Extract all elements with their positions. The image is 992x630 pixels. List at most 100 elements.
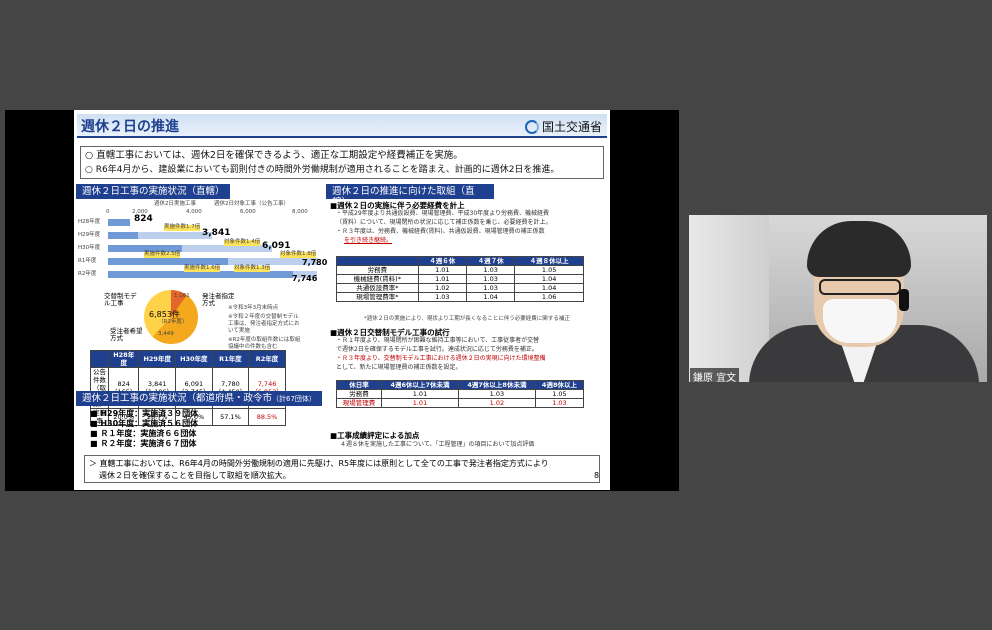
summary-line: ＞ 直轄工事においては、R6年4月の時間外労働規制の適用に先駆け、R5年度には原… — [89, 459, 549, 468]
table-cell: 機械経費(賃料)* — [336, 274, 419, 284]
table-cell: 現場管理費率* — [336, 292, 419, 302]
model-line: ・Ｒ１年度より、現場閉所が困難な維持工事等において、工事従事者が交替 — [336, 337, 540, 344]
model-section-title: ■週休２日交替制モデル工事の試行 — [330, 328, 450, 337]
pref-item: ■ Ｒ２年度：実施済６７団体 — [90, 439, 197, 448]
row-label: H30年度 — [78, 245, 101, 251]
ministry-name: 国土交通省 — [542, 120, 603, 134]
summary-line: 週休２日を確保することを目指して取組を順次拡大。 — [99, 471, 291, 480]
table-cell: 1.03 — [457, 389, 536, 399]
rate-row: 現場管理費 1.01 1.02 1.03 — [335, 398, 585, 408]
pie-note: ※令和２年度の交替制モデル工事は、発注者指定方式において実施 — [228, 314, 300, 334]
headset-icon — [899, 289, 909, 311]
cost-row: 現場管理費率* 1.03 1.04 1.06 — [336, 292, 584, 302]
bar-h28 — [108, 219, 130, 226]
table-cell: 88.5% — [248, 408, 286, 426]
pref-item: ■ H30年度：実施済５６団体 — [90, 419, 199, 428]
table-cell: 1.04 — [514, 274, 584, 284]
table-header-cell: 4週6休以上7休未満 — [381, 380, 459, 390]
intro-line: ○ R6年4月から、建設業においても罰則付きの時間外労働規制が適用されることを踏… — [85, 165, 560, 175]
table-cell: 労務費 — [335, 389, 383, 399]
table-cell: 現場管理費 — [335, 398, 383, 408]
slide-title: 週休２日の推進 — [81, 119, 179, 135]
model-line: で週休2日を確保するモデル工事を試行。達成状況に応じて労務費を補正。 — [336, 346, 538, 353]
score-section-title: ■工事成績評定による加点 — [330, 431, 420, 440]
participant-name: 鎌原 宜文 — [690, 368, 740, 382]
face-mask — [823, 299, 897, 343]
pie-note: ※R2年度の取組件数には取組協議中の件数も含む — [228, 337, 301, 350]
table-header-cell — [336, 256, 419, 266]
cost-line: ・平成29年度より共通仮設費、現場管理費、平成30年度より労務費、機械経費 — [336, 210, 550, 217]
pie-total-sub: （R2年度） — [158, 319, 188, 325]
cost-row: 共通仮設費率* 1.02 1.03 1.04 — [336, 283, 584, 293]
table-cell: 1.03 — [417, 292, 467, 302]
row-label: R2年度 — [78, 271, 97, 277]
pie-label: 交替制モデル工事 — [104, 292, 137, 307]
table-cell: 1.03 — [465, 265, 516, 275]
rate-table: 休日率 4週6休以上7休未満 4週7休以上8休未満 4週8休以上 労務費 1.01 1.0… — [335, 380, 585, 408]
callout: 7,780 — [302, 258, 328, 267]
right-section-header: 週休２日の推進に向けた取組（直轄） — [326, 184, 494, 208]
cost-line: （賃料）について、現場閉所の状況に応じて補正係数を乗じ、必要経費を計上。 — [336, 219, 552, 226]
growth-note: 実施件数2.5倍 — [144, 251, 181, 258]
page-number: 8 — [594, 471, 600, 480]
cost-line: ・Ｒ３年度は、労務費、機械経費(賃料)、共通仮設費、現場管理費の補正係数 — [336, 228, 545, 235]
pref-header-small: （計67団体） — [272, 395, 316, 403]
table-header-cell: 休日率 — [335, 380, 383, 390]
pie-label: 受注者希望方式 — [110, 327, 143, 342]
cost-row: 機械経費(賃料)* 1.01 1.03 1.04 — [336, 274, 584, 284]
growth-note: 対象件数1.3倍 — [234, 265, 271, 272]
presentation-slide: 週休２日の推進 国土交通省 ○ 直轄工事においては、週休2日を確保できるよう、適… — [74, 110, 610, 490]
video-call-stage: 週休２日の推進 国土交通省 ○ 直轄工事においては、週休2日を確保できるよう、適… — [0, 0, 992, 630]
tick: 0 — [106, 209, 110, 215]
table-cell: 57.1% — [211, 408, 250, 426]
table-header-cell: ４週８休以上 — [514, 256, 584, 266]
cost-section-title: ■週休２日の実施に伴う必要経費を計上 — [330, 201, 465, 210]
cost-row: 労務費 1.01 1.03 1.05 — [336, 265, 584, 275]
pref-item: ■ Ｒ１年度：実施済６６団体 — [90, 429, 197, 438]
tick: 4,000 — [186, 209, 202, 215]
table-cell: 1.03 — [534, 398, 585, 408]
table-header-cell: 4週8休以上 — [534, 380, 585, 390]
pie-total: 6,853件 — [149, 310, 180, 319]
model-line: ・Ｒ３年度より、交替制モデル工事における週休２日の実現に向けた環境整備 — [336, 355, 546, 362]
table-cell: 1.03 — [465, 274, 516, 284]
callout: 7,746 — [292, 274, 318, 283]
bar-chart: 週休2日実施工事 週休2日対象工事（公告工事） 0 2,000 4,000 6,… — [74, 201, 328, 292]
tick: 6,000 — [240, 209, 256, 215]
score-line: ４週８休を実施した工事について、「工程管理」の項目において加点評価 — [340, 441, 535, 448]
slide-title-bar: 週休２日の推進 国土交通省 — [77, 114, 607, 138]
bar-r2-impl — [108, 271, 293, 278]
row-label: H29年度 — [78, 232, 101, 238]
bar-h29-impl — [108, 232, 138, 239]
rate-row: 労務費 1.01 1.03 1.05 — [335, 389, 585, 399]
growth-note: 対象件数1.4倍 — [224, 239, 261, 246]
table-cell: 1.03 — [465, 283, 516, 293]
table-cell: 1.01 — [417, 274, 467, 284]
callout: 824 — [134, 214, 153, 224]
pie-value: 3,449 — [158, 331, 174, 337]
callout: 3,841 — [202, 228, 231, 238]
table-cell: 1.01 — [381, 389, 459, 399]
row-label: H28年度 — [78, 219, 101, 225]
table-cell: 1.05 — [534, 389, 585, 399]
table-header-cell: H29年度 — [138, 350, 177, 368]
table-cell: 1.06 — [514, 292, 584, 302]
cost-line: を引き続き継続。 — [344, 237, 393, 244]
glasses-icon — [819, 279, 901, 295]
tick: 8,000 — [292, 209, 308, 215]
summary-box: ＞ 直轄工事においては、R6年4月の時間外労働規制の適用に先駆け、R5年度には原… — [84, 455, 600, 483]
growth-note: 対象件数1.8倍 — [280, 251, 317, 258]
ministry-logo-icon — [525, 120, 539, 134]
table-header-cell: ４週７休 — [465, 256, 516, 266]
table-header-cell — [90, 350, 109, 368]
cost-coefficient-table: ４週６休 ４週７休 ４週８休以上 労務費 1.01 1.03 1.05 機械経費(賃料)* 1… — [336, 256, 584, 302]
table-header-cell: 4週7休以上8休未満 — [457, 380, 536, 390]
legend-implemented: 週休2日実施工事 — [154, 201, 196, 207]
table-header-cell: R2年度 — [248, 350, 286, 368]
table-cell: 労務費 — [336, 265, 419, 275]
participant-video-tile[interactable]: 鎌原 宜文 — [689, 215, 987, 382]
table-cell: 1.04 — [465, 292, 516, 302]
pref-section-header: 週休２日工事の実施状況（都道府県・政令市（計67団体） — [76, 391, 322, 406]
table-cell: 1.04 — [514, 283, 584, 293]
growth-note: 実施件数1.6倍 — [184, 265, 221, 272]
